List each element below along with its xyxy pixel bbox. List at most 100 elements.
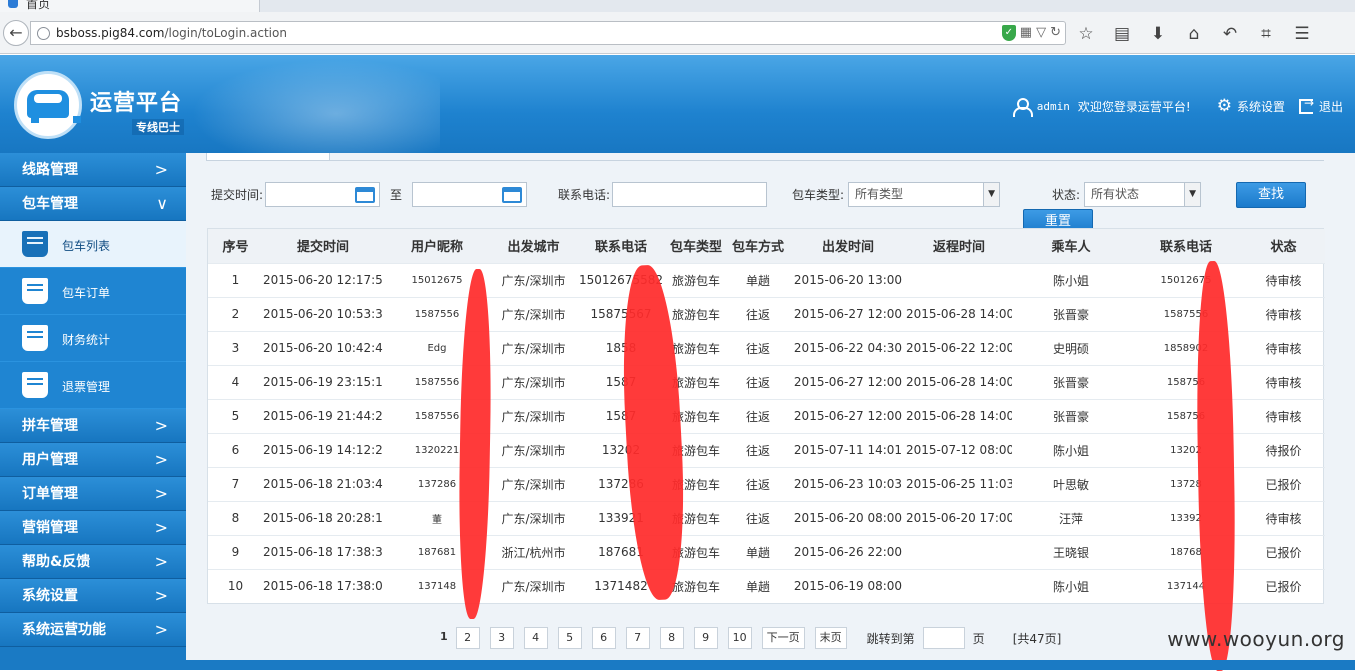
status-select[interactable]: 所有状态 ▼ xyxy=(1084,182,1202,207)
next-page-button[interactable]: 下一页 xyxy=(761,627,805,649)
qr-icon[interactable]: ▦ xyxy=(1020,25,1032,41)
list-icon xyxy=(22,231,48,257)
home-icon[interactable]: ⌂ xyxy=(1183,24,1205,44)
table-row[interactable]: 2 2015-06-20 10:53:32 1587556 广东/深圳市 1587556… xyxy=(208,296,1325,331)
table-cell: 往返 xyxy=(726,330,790,365)
sidebar-item-charter-list[interactable]: 包车列表 xyxy=(0,221,186,268)
table-row[interactable]: 7 2015-06-18 21:03:42 137286 广东/深圳市 137286 旅游… xyxy=(208,466,1325,501)
page-link[interactable]: 2 xyxy=(455,627,480,649)
sidebar-group-charter[interactable]: 包车管理 ∨ xyxy=(0,187,186,221)
table-cell[interactable]: 待审核 xyxy=(1242,262,1325,297)
browser-tabstrip: 首页 xyxy=(0,0,1355,12)
menu-icon[interactable]: ☰ xyxy=(1291,24,1313,44)
logout-icon[interactable] xyxy=(1298,96,1314,114)
page-link[interactable]: 7 xyxy=(625,627,650,649)
table-cell xyxy=(906,568,1012,603)
table-cell[interactable]: 待审核 xyxy=(1242,398,1325,433)
table-cell: 2015-06-22 12:00 xyxy=(906,330,1012,365)
dropdown-icon[interactable]: ▽ xyxy=(1036,25,1046,41)
sidebar-group-users[interactable]: 用户管理 > xyxy=(0,443,186,477)
table-cell: 往返 xyxy=(726,364,790,399)
table-cell: 3 xyxy=(208,330,263,365)
table-cell[interactable]: 待审核 xyxy=(1242,296,1325,331)
charter-submenu: 包车列表 包车订单 财务统计 退票管理 xyxy=(0,221,186,409)
table-row[interactable]: 5 2015-06-19 21:44:25 1587556 广东/深圳市 1587 旅游包… xyxy=(208,398,1325,433)
star-icon[interactable]: ☆ xyxy=(1075,24,1097,44)
table-cell: 2015-06-28 14:00 xyxy=(906,398,1012,433)
settings-link[interactable]: 系统设置 xyxy=(1237,98,1285,115)
table-row[interactable]: 8 2015-06-18 20:28:11 董广东/深圳市 133921 旅游包车 往返 2… xyxy=(208,500,1325,535)
page-link[interactable]: 6 xyxy=(591,627,616,649)
sidebar-item-finance[interactable]: 财务统计 xyxy=(0,315,186,362)
calendar-icon[interactable] xyxy=(355,187,376,203)
sidebar-item-charter-orders[interactable]: 包车订单 xyxy=(0,268,186,315)
table-row[interactable]: 4 2015-06-19 23:15:13 1587556 广东/深圳市 1587 旅游包… xyxy=(208,364,1325,399)
sidebar-group-orders[interactable]: 订单管理 > xyxy=(0,477,186,511)
sidebar-group-carpool[interactable]: 拼车管理 > xyxy=(0,409,186,443)
chevron-right-icon: > xyxy=(154,160,168,179)
sidebar-group-help[interactable]: 帮助&反馈 > xyxy=(0,545,186,579)
sidebar-item-refund[interactable]: 退票管理 xyxy=(0,362,186,409)
table-cell: 广东/深圳市 xyxy=(491,330,576,365)
brand-title: 运营平台 xyxy=(90,91,183,116)
table-row[interactable]: 3 2015-06-20 10:42:41 Edg 广东/深圳市 1858 旅游包车 往返 2… xyxy=(208,330,1325,365)
reload-icon[interactable]: ↻ xyxy=(1050,25,1061,41)
sidebar-group-ops[interactable]: 系统运营功能 > xyxy=(0,613,186,647)
sidebar-group-system[interactable]: 系统设置 > xyxy=(0,579,186,613)
last-page-button[interactable]: 末页 xyxy=(814,627,847,649)
type-select[interactable]: 所有类型 ▼ xyxy=(848,182,1001,207)
sidebar-group-marketing[interactable]: 营销管理 > xyxy=(0,511,186,545)
table-row[interactable]: 9 2015-06-18 17:38:39 187681 浙江/杭州市 187681 旅游… xyxy=(208,534,1325,569)
table-header-row: 序号 提交时间 用户昵称 出发城市 联系电话 包车类型 包车方式 出发时间 返程… xyxy=(208,229,1325,263)
table-row[interactable]: 10 2015-06-18 17:38:08 137148 广东/深圳市 1371482… xyxy=(208,568,1325,603)
table-cell[interactable]: 已报价 xyxy=(1242,466,1325,501)
gear-icon[interactable]: ⚙ xyxy=(1217,96,1232,116)
table-cell[interactable]: 已报价 xyxy=(1242,568,1325,603)
col-header: 提交时间 xyxy=(263,229,383,263)
browser-tab[interactable]: 首页 xyxy=(0,0,260,12)
phone-input[interactable] xyxy=(612,182,768,207)
table-cell: 广东/深圳市 xyxy=(491,432,576,467)
shield-icon[interactable]: ✓ xyxy=(1001,25,1016,41)
table-row[interactable]: 6 2015-06-19 14:12:24 1320221 广东/深圳市 13202 旅游… xyxy=(208,432,1325,467)
table-body: 1 2015-06-20 12:17:50 15012675 广东/深圳市 150126… xyxy=(208,262,1325,603)
address-bar[interactable]: bsboss.pig84.com/login/toLogin.action ✓ … xyxy=(30,21,1066,45)
page-link[interactable]: 9 xyxy=(693,627,718,649)
col-header: 返程时间 xyxy=(906,229,1012,263)
sidebar-group-route[interactable]: 线路管理 > xyxy=(0,153,186,187)
page-link[interactable]: 5 xyxy=(557,627,582,649)
tab-charter-list[interactable] xyxy=(206,153,330,161)
reader-icon[interactable]: ▤ xyxy=(1111,24,1133,44)
back-button[interactable]: ← xyxy=(3,20,29,46)
page-unit: 页 xyxy=(972,631,985,646)
table-cell[interactable]: 已报价 xyxy=(1242,534,1325,569)
footer-bar xyxy=(186,660,1355,670)
search-button[interactable]: 查找 xyxy=(1236,182,1306,208)
table-cell: 叶思敏 xyxy=(1012,466,1130,501)
page-link[interactable]: 4 xyxy=(523,627,548,649)
table-cell[interactable]: 待审核 xyxy=(1242,330,1325,365)
table-cell xyxy=(906,262,1012,297)
page-link[interactable]: 8 xyxy=(659,627,684,649)
table-cell: 王晓银 xyxy=(1012,534,1130,569)
table-row[interactable]: 1 2015-06-20 12:17:50 15012675 广东/深圳市 150126… xyxy=(208,262,1325,297)
table-cell: 广东/深圳市 xyxy=(491,364,576,399)
table-cell[interactable]: 待审核 xyxy=(1242,500,1325,535)
end-date-input[interactable] xyxy=(412,182,528,207)
jump-page-input[interactable] xyxy=(922,627,965,649)
table-cell: 往返 xyxy=(726,398,790,433)
page-link[interactable]: 10 xyxy=(727,627,752,649)
download-icon[interactable]: ⬇ xyxy=(1147,24,1169,44)
table-cell: 2015-06-19 23:15:13 xyxy=(263,364,383,399)
page-link[interactable]: 3 xyxy=(489,627,514,649)
start-date-input[interactable] xyxy=(265,182,381,207)
crop-icon[interactable]: ⌗ xyxy=(1255,24,1277,44)
logout-link[interactable]: 退出 xyxy=(1319,98,1343,115)
col-header: 出发城市 xyxy=(491,229,576,263)
undo-icon[interactable]: ↶ xyxy=(1219,24,1241,44)
calendar-icon[interactable] xyxy=(502,187,523,203)
table-cell[interactable]: 待报价 xyxy=(1242,432,1325,467)
table-cell: 2015-07-11 14:01 xyxy=(790,432,906,467)
table-cell[interactable]: 待审核 xyxy=(1242,364,1325,399)
table-cell: 旅游包车 xyxy=(666,296,726,331)
